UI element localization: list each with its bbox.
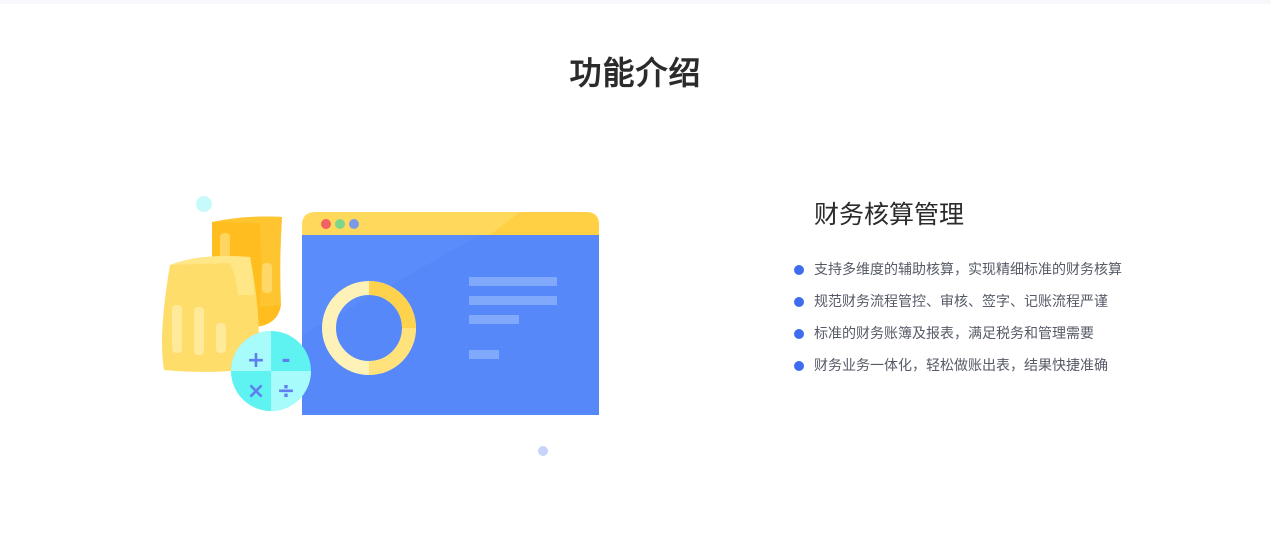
feature-item-text: 规范财务流程管控、审核、签字、记账流程严谨 — [814, 294, 1108, 310]
content-line — [469, 277, 557, 286]
section-title: 功能介绍 — [569, 54, 702, 92]
feature-title: 财务核算管理 — [814, 200, 965, 229]
decor-dot-cyan — [196, 196, 212, 212]
decor-dot-blue — [538, 446, 548, 456]
feature-intro-page: 功能介绍 + - × ÷ 财务核算管理 支持多维度的辅助核算，实现精细标准的财务… — [0, 0, 1271, 543]
calculator-icon: + - × ÷ — [231, 331, 311, 411]
feature-item: 支持多维度的辅助核算，实现精细标准的财务核算 — [792, 254, 1232, 286]
top-strip — [0, 0, 1271, 4]
feature-item: 财务业务一体化，轻松做账出表，结果快捷准确 — [792, 350, 1232, 382]
feature-list: 支持多维度的辅助核算，实现精细标准的财务核算 规范财务流程管控、审核、签字、记账… — [792, 254, 1232, 382]
window-min-dot — [335, 219, 345, 229]
feature-item: 标准的财务账簿及报表，满足税务和管理需要 — [792, 318, 1232, 350]
feature-item-text: 标准的财务账簿及报表，满足税务和管理需要 — [814, 326, 1094, 342]
multiply-icon: × — [247, 379, 265, 404]
content-line — [469, 315, 519, 324]
divide-icon: ÷ — [277, 379, 295, 404]
feature-item-text: 支持多维度的辅助核算，实现精细标准的财务核算 — [814, 262, 1122, 278]
bullet-dot-icon — [794, 329, 804, 339]
minus-icon: - — [281, 348, 290, 373]
window-max-dot — [349, 219, 359, 229]
feature-item: 规范财务流程管控、审核、签字、记账流程严谨 — [792, 286, 1232, 318]
plus-icon: + — [247, 348, 265, 373]
feature-item-text: 财务业务一体化，轻松做账出表，结果快捷准确 — [814, 358, 1108, 374]
browser-window-icon — [302, 212, 599, 415]
finance-illustration: + - × ÷ — [162, 196, 599, 456]
feature-block: 财务核算管理 支持多维度的辅助核算，实现精细标准的财务核算 规范财务流程管控、审… — [792, 196, 1232, 382]
window-close-dot — [321, 219, 331, 229]
bullet-dot-icon — [794, 297, 804, 307]
content-line — [469, 296, 557, 305]
bullet-dot-icon — [794, 361, 804, 371]
content-line — [469, 350, 499, 359]
bullet-dot-icon — [794, 265, 804, 275]
